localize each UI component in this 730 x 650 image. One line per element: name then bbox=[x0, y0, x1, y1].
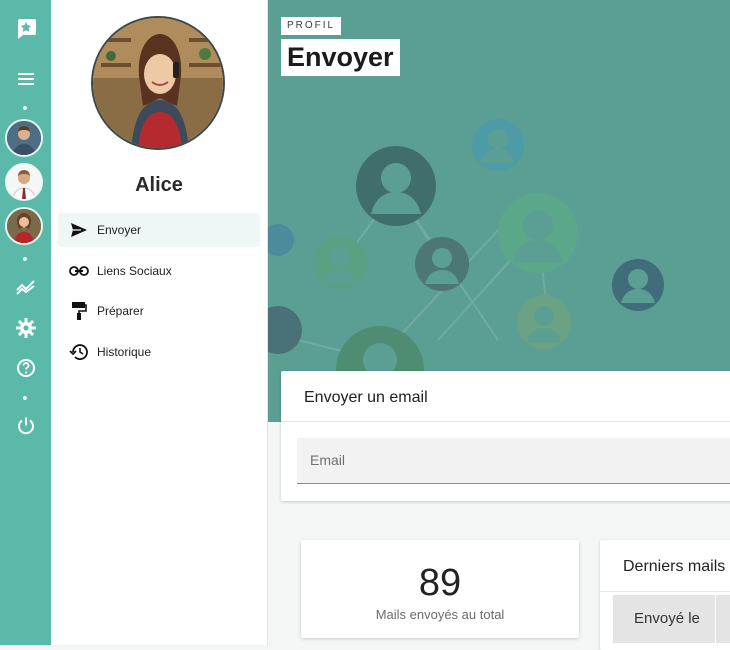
email-field[interactable] bbox=[297, 438, 730, 484]
app-logo-icon[interactable] bbox=[0, 17, 51, 39]
icon-rail bbox=[0, 0, 51, 645]
card-divider bbox=[281, 421, 730, 422]
card-title: Derniers mails bbox=[623, 558, 726, 575]
card-title: Envoyer un email bbox=[304, 389, 428, 406]
paint-roller-icon bbox=[61, 301, 97, 321]
history-icon bbox=[61, 343, 97, 361]
card-divider bbox=[600, 591, 730, 592]
chart-trend-icon[interactable] bbox=[0, 278, 51, 296]
menu-icon[interactable] bbox=[0, 70, 51, 88]
user-avatar-1[interactable] bbox=[5, 119, 43, 157]
profile-sidebar: Alice Envoyer Liens Sociaux Préparer His… bbox=[51, 0, 268, 645]
nav-item-historique[interactable]: Historique bbox=[58, 335, 260, 369]
user-avatar-2[interactable] bbox=[5, 163, 43, 201]
help-icon[interactable] bbox=[0, 358, 51, 378]
nav-item-label: Envoyer bbox=[97, 223, 142, 237]
total-mails-card: 89 Mails envoyés au total bbox=[301, 540, 579, 638]
rail-divider-dot bbox=[23, 106, 27, 110]
nav-item-label: Historique bbox=[97, 345, 152, 359]
table-header-sent-date[interactable]: Envoyé le bbox=[613, 595, 715, 643]
page-title: Envoyer bbox=[281, 39, 400, 76]
nav-item-envoyer[interactable]: Envoyer bbox=[58, 213, 260, 247]
rail-divider-dot bbox=[23, 257, 27, 261]
total-mails-count: 89 bbox=[418, 562, 462, 604]
power-icon[interactable] bbox=[0, 416, 51, 436]
user-avatar-3[interactable] bbox=[5, 207, 43, 245]
breadcrumb: PROFIL bbox=[281, 17, 342, 35]
send-icon bbox=[61, 222, 97, 238]
total-mails-label: Mails envoyés au total bbox=[375, 607, 505, 622]
rail-divider-dot bbox=[23, 396, 27, 400]
nav-item-label: Liens Sociaux bbox=[97, 264, 172, 278]
send-email-card: Envoyer un email bbox=[281, 371, 730, 501]
email-input[interactable] bbox=[297, 438, 730, 482]
nav-item-liens-sociaux[interactable]: Liens Sociaux bbox=[58, 254, 260, 288]
last-mails-card: Derniers mails Envoyé le bbox=[600, 540, 730, 650]
link-icon bbox=[61, 265, 97, 277]
profile-name: Alice bbox=[135, 174, 183, 196]
nav-item-label: Préparer bbox=[97, 304, 144, 318]
table-header-cell[interactable] bbox=[716, 595, 730, 643]
profile-photo bbox=[91, 16, 225, 150]
nav-item-preparer[interactable]: Préparer bbox=[58, 294, 260, 328]
gear-icon[interactable] bbox=[0, 318, 51, 338]
